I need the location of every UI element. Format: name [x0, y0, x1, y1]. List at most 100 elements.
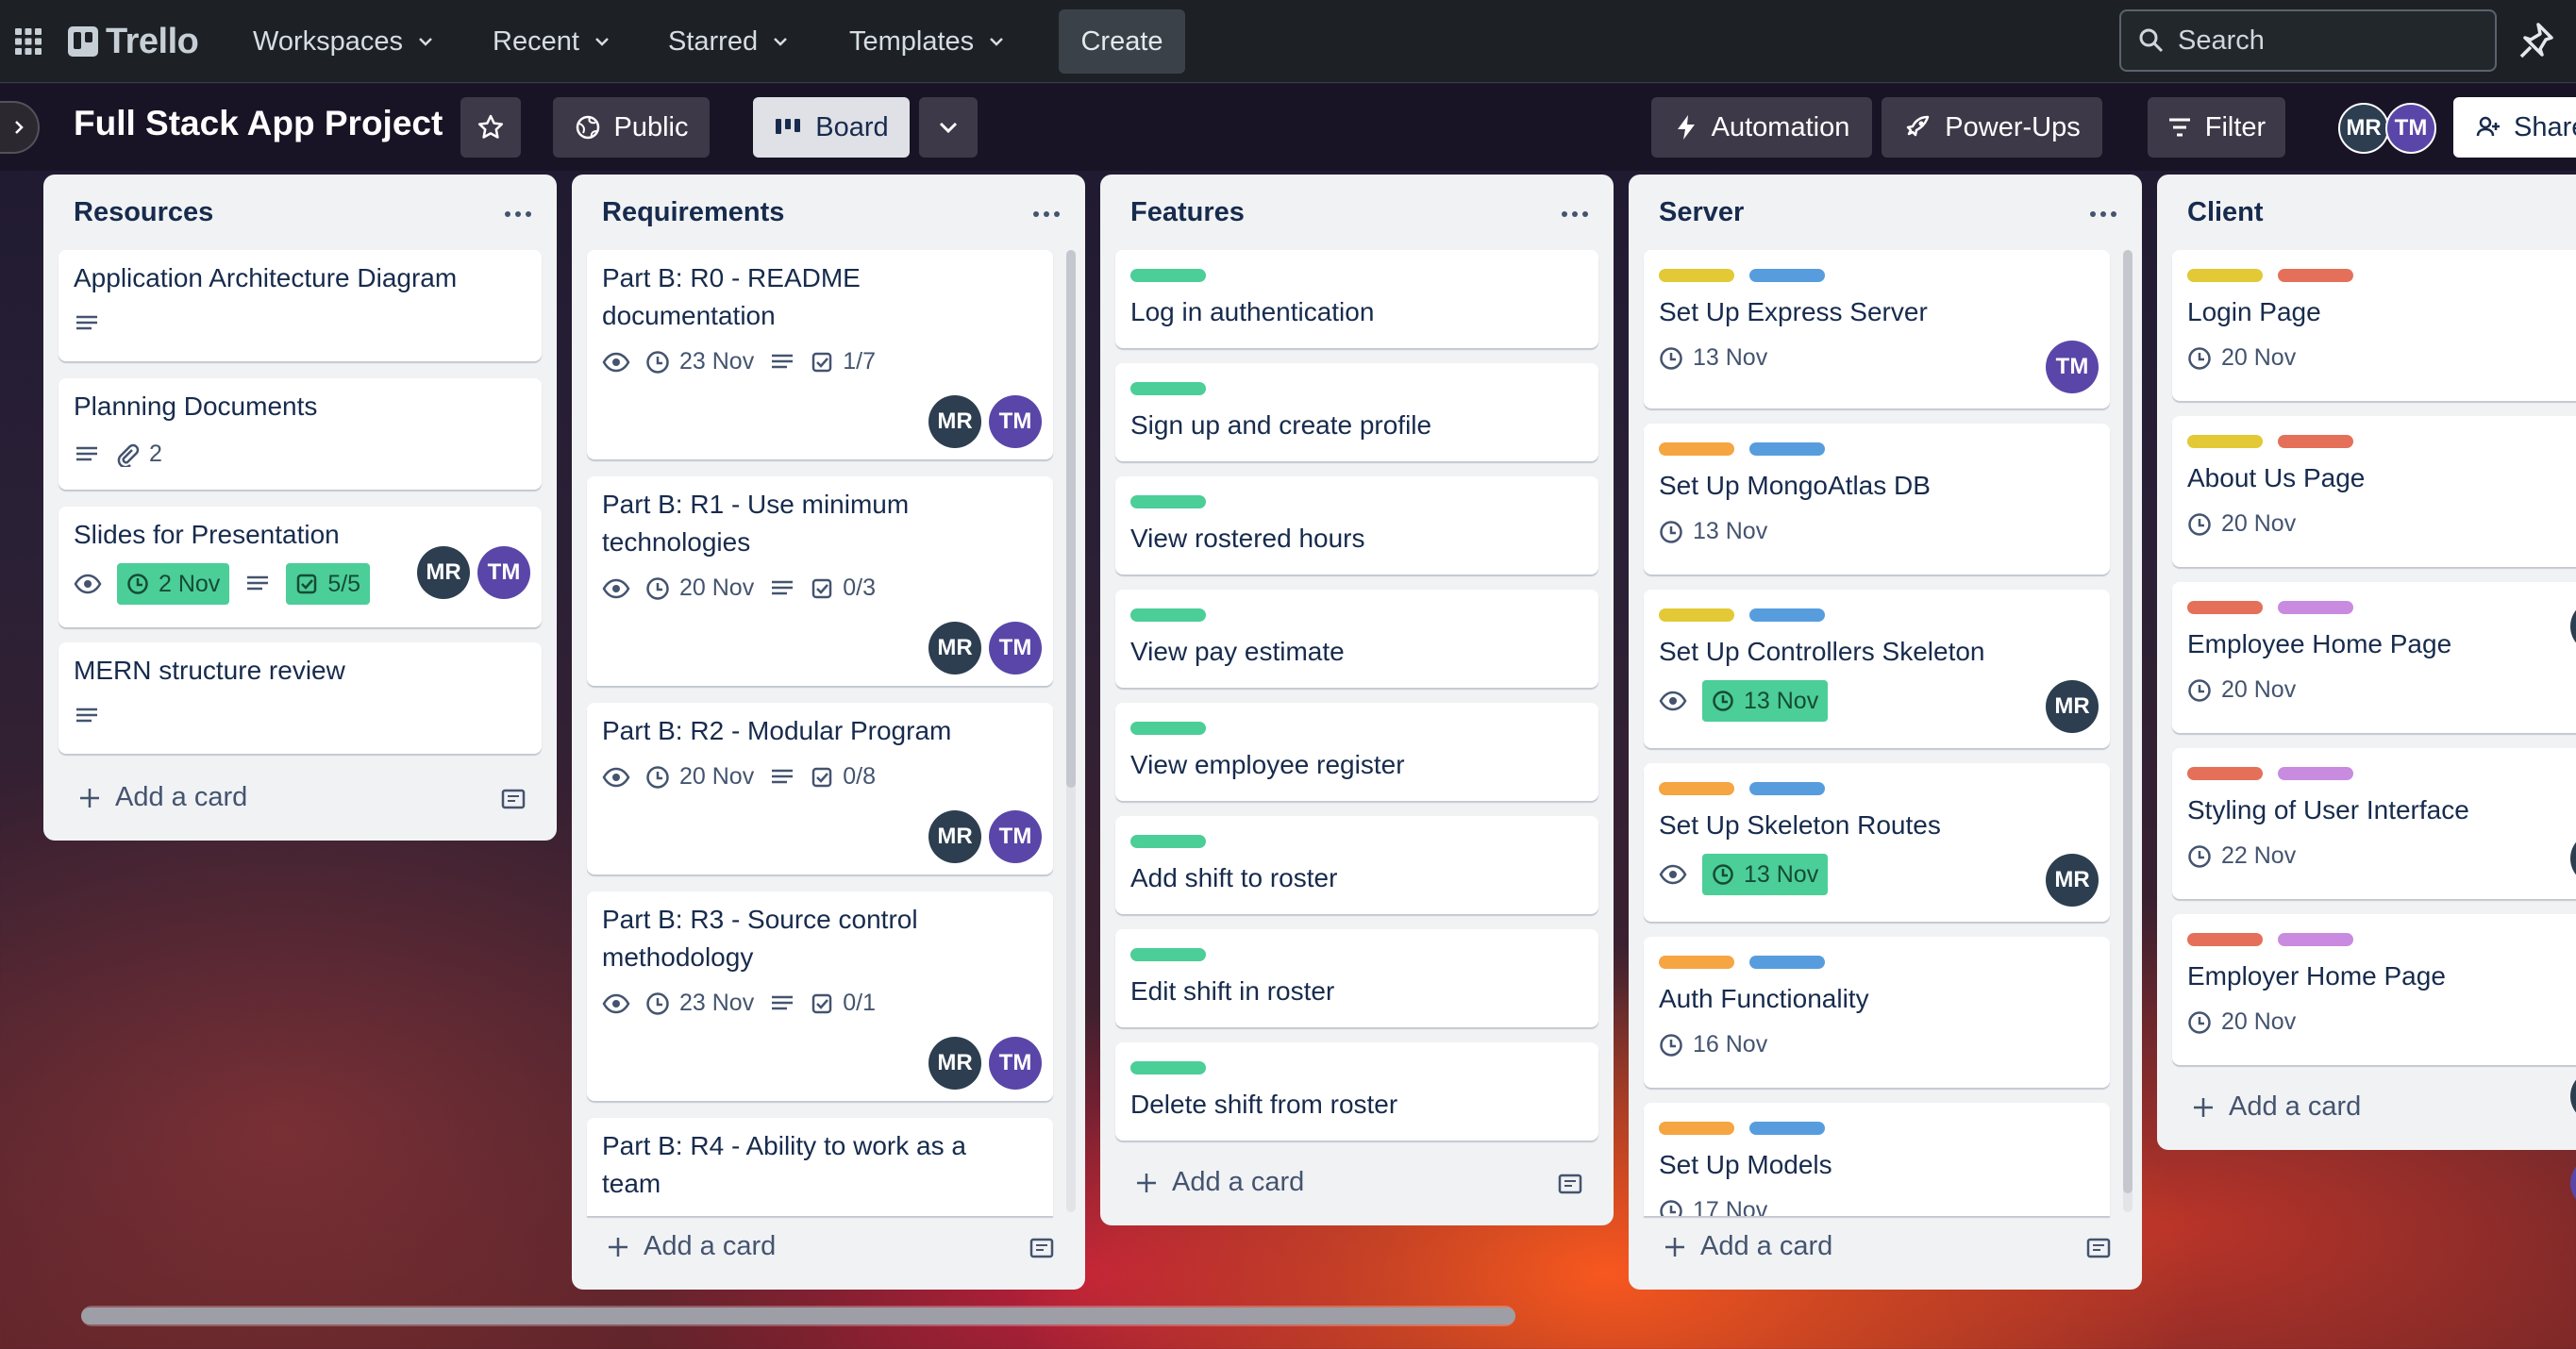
due-date-badge[interactable]: 13 Nov	[1702, 854, 1829, 895]
due-date-badge[interactable]: 13 Nov	[1659, 344, 1767, 372]
member-avatar-mr[interactable]: MR	[928, 395, 981, 448]
card-template-icon[interactable]	[500, 786, 527, 812]
member-avatar-tm[interactable]: TM	[2046, 341, 2099, 393]
label-yellow[interactable]	[1659, 608, 1734, 622]
board-horizontal-scrollbar[interactable]	[81, 1307, 1515, 1324]
card[interactable]: Part B: R0 - README documentation 23 Nov…	[587, 250, 1053, 459]
label-green[interactable]	[1130, 382, 1206, 395]
card[interactable]: Auth Functionality 16 Nov	[1644, 937, 2110, 1088]
card[interactable]: Set Up Express Server 13 Nov TM	[1644, 250, 2110, 408]
due-date-badge[interactable]: 20 Nov	[645, 575, 754, 602]
member-avatar-mr[interactable]: MR	[2046, 680, 2099, 733]
app-switcher-icon[interactable]	[13, 26, 43, 57]
view-switcher-button[interactable]	[919, 97, 978, 158]
share-button[interactable]: Share	[2453, 97, 2576, 158]
label-orange[interactable]	[1659, 782, 1734, 795]
nav-templates[interactable]: Templates	[849, 17, 1006, 66]
card[interactable]: Set Up Models 17 Nov	[1644, 1103, 2110, 1216]
label-blue[interactable]	[1749, 269, 1825, 282]
due-date-badge[interactable]: 20 Nov	[2187, 510, 2296, 538]
member-avatar-tm[interactable]: TM	[989, 810, 1042, 863]
label-green[interactable]	[1130, 948, 1206, 961]
label-purple[interactable]	[2278, 601, 2353, 614]
member-avatar-tm[interactable]: TM	[989, 622, 1042, 674]
card[interactable]: View employee register	[1115, 703, 1598, 801]
card[interactable]: Delete shift from roster	[1115, 1042, 1598, 1141]
list-title[interactable]: Client	[2187, 197, 2264, 228]
label-orange[interactable]	[1659, 1122, 1734, 1135]
search-input[interactable]: Search	[2119, 9, 2497, 72]
card[interactable]: Set Up Controllers Skeleton 13 Nov MR	[1644, 590, 2110, 748]
card[interactable]: Planning Documents 2	[59, 378, 542, 490]
board-view-button[interactable]: Board	[753, 97, 910, 158]
label-red[interactable]	[2278, 435, 2353, 448]
member-avatar-tm[interactable]: TM	[989, 1037, 1042, 1090]
label-purple[interactable]	[2278, 767, 2353, 780]
list-title[interactable]: Resources	[74, 197, 213, 228]
card[interactable]: Set Up Skeleton Routes 13 Nov MR	[1644, 763, 2110, 922]
add-card-button[interactable]: Add a card	[606, 1231, 776, 1262]
card[interactable]: Part B: R1 - Use minimum technologies 20…	[587, 476, 1053, 686]
due-date-badge[interactable]: 22 Nov	[2187, 842, 2296, 870]
create-button[interactable]: Create	[1059, 9, 1185, 74]
card[interactable]: About Us Page 20 Nov	[2172, 416, 2576, 567]
power-ups-button[interactable]: Power-Ups	[1882, 97, 2102, 158]
label-yellow[interactable]	[1659, 269, 1734, 282]
member-avatar-mr[interactable]: MR	[2046, 854, 2099, 907]
label-green[interactable]	[1130, 835, 1206, 848]
card[interactable]: Set Up MongoAtlas DB 13 Nov	[1644, 424, 2110, 575]
due-date-badge[interactable]: 13 Nov	[1659, 518, 1767, 545]
list-title[interactable]: Requirements	[602, 197, 784, 228]
list-menu-icon[interactable]	[1561, 210, 1589, 218]
notification-icon[interactable]	[2517, 21, 2555, 62]
card[interactable]: Part B: R2 - Modular Program 20 Nov 0/8 …	[587, 703, 1053, 874]
label-orange[interactable]	[1659, 956, 1734, 969]
add-card-button[interactable]: Add a card	[2191, 1091, 2361, 1123]
card[interactable]: Application Architecture Diagram	[59, 250, 542, 361]
card[interactable]: Employer Home Page 20 Nov	[2172, 914, 2576, 1065]
nav-recent[interactable]: Recent	[493, 17, 611, 66]
label-green[interactable]	[1130, 608, 1206, 622]
star-board-button[interactable]	[460, 97, 521, 158]
list-title[interactable]: Features	[1130, 197, 1245, 228]
label-green[interactable]	[1130, 269, 1206, 282]
member-avatar-tm[interactable]: TM	[477, 546, 530, 599]
due-date-badge[interactable]: 23 Nov	[645, 990, 754, 1017]
list-menu-icon[interactable]	[1032, 210, 1061, 218]
due-date-badge[interactable]: 20 Nov	[2187, 676, 2296, 704]
label-red[interactable]	[2278, 269, 2353, 282]
member-avatar-mr[interactable]: MR	[928, 622, 981, 674]
add-card-button[interactable]: Add a card	[1663, 1231, 1832, 1262]
member-avatar-mr[interactable]: MR	[928, 810, 981, 863]
due-date-badge[interactable]: 2 Nov	[117, 563, 230, 605]
card[interactable]: Employee Home Page 20 Nov	[2172, 582, 2576, 733]
member-avatar-tm[interactable]: TM	[989, 395, 1042, 448]
card[interactable]: View pay estimate	[1115, 590, 1598, 688]
due-date-badge[interactable]: 13 Nov	[1702, 680, 1829, 722]
label-yellow[interactable]	[2187, 269, 2263, 282]
filter-button[interactable]: Filter	[2148, 97, 2285, 158]
due-date-badge[interactable]: 20 Nov	[2187, 344, 2296, 372]
label-purple[interactable]	[2278, 933, 2353, 946]
card[interactable]: Add shift to roster	[1115, 816, 1598, 914]
add-card-button[interactable]: Add a card	[1134, 1167, 1304, 1198]
list-menu-icon[interactable]	[504, 210, 532, 218]
list-scrollbar[interactable]	[2123, 250, 2133, 1193]
member-avatar-mr[interactable]: MR	[417, 546, 470, 599]
card-template-icon[interactable]	[1029, 1235, 1055, 1261]
trello-logo[interactable]: Trello	[68, 19, 199, 64]
add-card-button[interactable]: Add a card	[77, 782, 247, 813]
label-blue[interactable]	[1749, 782, 1825, 795]
member-avatar-mr[interactable]: MR	[928, 1037, 981, 1090]
automation-button[interactable]: Automation	[1651, 97, 1872, 158]
card[interactable]: Sign up and create profile	[1115, 363, 1598, 461]
label-orange[interactable]	[1659, 442, 1734, 456]
due-date-badge[interactable]: 17 Nov	[1659, 1197, 1767, 1216]
label-red[interactable]	[2187, 767, 2263, 780]
label-blue[interactable]	[1749, 1122, 1825, 1135]
nav-workspaces[interactable]: Workspaces	[253, 17, 435, 66]
label-green[interactable]	[1130, 722, 1206, 735]
label-green[interactable]	[1130, 495, 1206, 508]
due-date-badge[interactable]: 23 Nov	[645, 348, 754, 375]
label-green[interactable]	[1130, 1061, 1206, 1074]
